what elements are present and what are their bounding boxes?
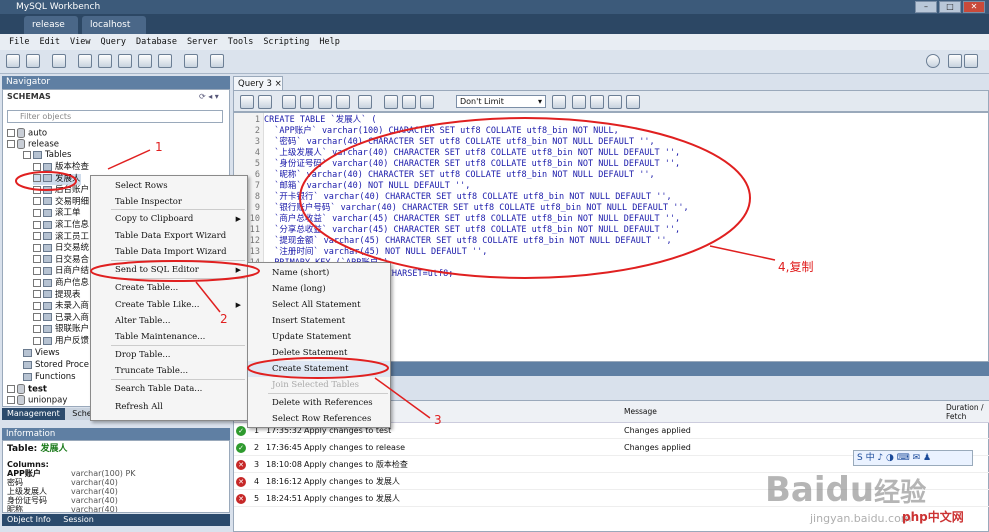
annotation-ellipse-2 xyxy=(90,260,260,282)
annotation-line-4 xyxy=(709,245,776,261)
annotation-ellipse-4 xyxy=(299,117,751,279)
baidu-url: jingyan.baidu.com xyxy=(810,512,912,525)
annotation-line-2 xyxy=(195,281,221,313)
annotation-1: 1 xyxy=(155,140,163,154)
annotation-ellipse-1 xyxy=(15,171,77,191)
ime-toolbar[interactable]: S 中 ♪ ◑ ⌨ ✉ ♟ xyxy=(853,450,973,466)
php-logo: php中文网 xyxy=(902,510,964,524)
annotation-3: 3 xyxy=(434,413,442,427)
annotation-2: 2 xyxy=(220,312,228,326)
annotation-4: 4,复制 xyxy=(778,260,814,274)
annotation-line-3 xyxy=(374,377,431,419)
annotation-line-1 xyxy=(107,149,151,170)
annotation-ellipse-3 xyxy=(247,357,389,379)
annotation-overlay xyxy=(15,117,776,419)
